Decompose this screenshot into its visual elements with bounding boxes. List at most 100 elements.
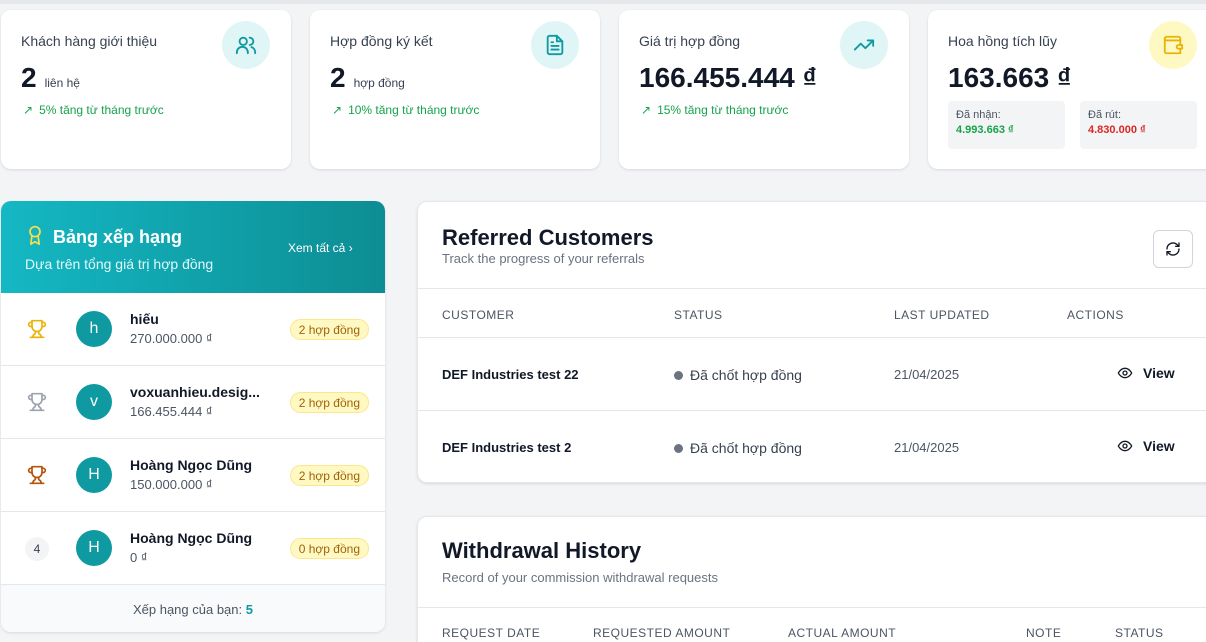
- your-rank-value: 5: [245, 602, 253, 617]
- column-header-requested-amount[interactable]: REQUESTED AMOUNT: [593, 626, 730, 640]
- gold-trophy-icon: [25, 317, 49, 341]
- stat-trend-text: 5% tăng từ tháng trước: [39, 103, 164, 117]
- your-rank: Xếp hạng của bạn: 5: [1, 585, 385, 632]
- column-header-request-date[interactable]: REQUEST DATE: [442, 626, 540, 640]
- status-cell: Đã chốt hợp đồng: [674, 440, 802, 456]
- stat-unit: liên hệ: [44, 76, 80, 90]
- leaderboard-header: Bảng xếp hạng Dựa trên tổng giá trị hợp …: [1, 201, 385, 293]
- contract-count-badge: 2 hợp đồng: [289, 392, 369, 413]
- refresh-button[interactable]: [1153, 230, 1193, 268]
- withdrawn-box: Đã rút: 4.830.000 ₫: [1080, 101, 1197, 149]
- last-updated: 21/04/2025: [894, 440, 960, 455]
- users-icon: [222, 21, 270, 69]
- wallet-icon: [1149, 21, 1197, 69]
- stat-label: Giá trị hợp đồng: [639, 33, 741, 49]
- column-header-customer[interactable]: CUSTOMER: [442, 308, 514, 322]
- view-label: View: [1143, 438, 1175, 454]
- customer-name: DEF Industries test 22: [442, 367, 579, 382]
- section-subtitle: Record of your commission withdrawal req…: [442, 570, 718, 585]
- received-value: 4.993.663 ₫: [956, 124, 1014, 136]
- leader-amount: 270.000.000 ₫: [130, 331, 213, 346]
- leaderboard-row[interactable]: h hiếu 270.000.000 ₫ 2 hợp đồng: [1, 293, 385, 366]
- column-header-status[interactable]: STATUS: [674, 308, 723, 322]
- referred-customers-card: Referred Customers Track the progress of…: [417, 201, 1206, 483]
- leader-name: hiếu: [130, 311, 159, 327]
- stat-label: Hoa hồng tích lũy: [948, 33, 1057, 49]
- top-border: [0, 0, 1206, 4]
- column-header-note: NOTE: [1026, 626, 1062, 640]
- leaderboard-title: Bảng xếp hạng: [53, 227, 183, 247]
- received-label: Đã nhận:: [956, 109, 1001, 121]
- received-box: Đã nhận: 4.993.663 ₫: [948, 101, 1065, 149]
- stat-card-contracts: Hợp đồng ký kết 2 hợp đồng ↗ 10% tăng từ t…: [310, 10, 600, 169]
- status-dot-icon: [674, 370, 683, 380]
- section-title: Referred Customers: [442, 225, 654, 250]
- section-title: Withdrawal History: [442, 538, 642, 563]
- leader-name: Hoàng Ngọc Dũng: [130, 457, 253, 473]
- leader-amount: 166.455.444 ₫: [130, 404, 213, 419]
- stat-number: 2: [330, 62, 346, 93]
- leader-amount: 0 ₫: [130, 550, 148, 565]
- status-text: Đã chốt hợp đồng: [690, 367, 802, 383]
- status-text: Đã chốt hợp đồng: [690, 440, 802, 456]
- table-header: CUSTOMER STATUS LAST UPDATED ACTIONS: [418, 288, 1206, 338]
- see-all-link[interactable]: Xem tất cả ›: [288, 241, 353, 255]
- award-icon: [29, 225, 41, 245]
- eye-icon: [1117, 440, 1133, 452]
- stat-card-commission: Hoa hồng tích lũy 163.663 ₫ Đã nhận: 4.9…: [928, 10, 1206, 169]
- document-icon: [531, 21, 579, 69]
- stat-value: 2 hợp đồng: [330, 62, 405, 94]
- leader-name: Hoàng Ngọc Dũng: [130, 530, 253, 546]
- column-header-status[interactable]: STATUS: [1115, 626, 1164, 640]
- stat-card-referred-customers: Khách hàng giới thiệu 2 liên hệ ↗ 5% tăng …: [1, 10, 291, 169]
- column-header-actual-amount[interactable]: ACTUAL AMOUNT: [788, 626, 896, 640]
- stat-unit: hợp đồng: [353, 76, 405, 90]
- stat-card-contract-value: Giá trị hợp đồng 166.455.444 ₫ ↗ 15% tăng…: [619, 10, 909, 169]
- withdrawn-value: 4.830.000 ₫: [1088, 124, 1146, 136]
- stat-label: Hợp đồng ký kết: [330, 33, 433, 49]
- table-header: REQUEST DATE REQUESTED AMOUNT ACTUAL AMO…: [418, 607, 1206, 642]
- arrow-up-right-icon: ↗: [23, 103, 34, 117]
- eye-icon: [1117, 367, 1133, 379]
- stat-value: 163.663 ₫: [948, 62, 1072, 93]
- stat-trend-text: 10% tăng từ tháng trước: [348, 103, 480, 117]
- stat-trend: ↗ 5% tăng từ tháng trước: [23, 103, 164, 117]
- withdrawal-history-card: Withdrawal History Record of your commis…: [417, 516, 1206, 642]
- column-header-last-updated[interactable]: LAST UPDATED: [894, 308, 990, 322]
- avatar: v: [76, 384, 112, 420]
- leaderboard-row[interactable]: 4 H Hoàng Ngọc Dũng 0 ₫ 0 hợp đồng: [1, 512, 385, 585]
- stat-trend-text: 15% tăng từ tháng trước: [657, 103, 789, 117]
- leader-amount: 150.000.000 ₫: [130, 477, 213, 492]
- column-header-actions: ACTIONS: [1067, 308, 1124, 322]
- stat-trend: ↗ 10% tăng từ tháng trước: [332, 103, 479, 117]
- section-subtitle: Track the progress of your referrals: [442, 251, 645, 266]
- withdrawn-label: Đã rút:: [1088, 109, 1122, 121]
- refresh-icon: [1166, 242, 1180, 256]
- leaderboard-row[interactable]: v voxuanhieu.desig... 166.455.444 ₫ 2 hợ…: [1, 366, 385, 439]
- table-row: DEF Industries test 22 Đã chốt hợp đồng …: [418, 338, 1206, 411]
- view-button[interactable]: View: [1117, 365, 1175, 381]
- stat-value: 2 liên hệ: [21, 62, 80, 94]
- contract-count-badge: 0 hợp đồng: [289, 538, 369, 559]
- avatar: h: [76, 311, 112, 347]
- arrow-up-right-icon: ↗: [332, 103, 343, 117]
- your-rank-label: Xếp hạng của bạn:: [132, 602, 243, 617]
- bronze-trophy-icon: [25, 463, 49, 487]
- last-updated: 21/04/2025: [894, 367, 960, 382]
- stat-label: Khách hàng giới thiệu: [21, 33, 158, 49]
- leader-name: voxuanhieu.desig...: [130, 384, 260, 400]
- leaderboard-row[interactable]: H Hoàng Ngọc Dũng 150.000.000 ₫ 2 hợp đồ…: [1, 439, 385, 512]
- table-row: DEF Industries test 2 Đã chốt hợp đồng 2…: [418, 411, 1206, 482]
- contract-count-badge: 2 hợp đồng: [289, 465, 369, 486]
- leaderboard-card: Bảng xếp hạng Dựa trên tổng giá trị hợp …: [1, 201, 385, 632]
- status-cell: Đã chốt hợp đồng: [674, 367, 802, 383]
- view-button[interactable]: View: [1117, 438, 1175, 454]
- avatar: H: [76, 457, 112, 493]
- contract-count-badge: 2 hợp đồng: [289, 319, 369, 340]
- customer-name: DEF Industries test 2: [442, 440, 572, 455]
- view-label: View: [1143, 365, 1175, 381]
- silver-trophy-icon: [25, 390, 49, 414]
- rank-number: 4: [25, 537, 49, 561]
- stat-number: 2: [21, 62, 37, 93]
- avatar: H: [76, 530, 112, 566]
